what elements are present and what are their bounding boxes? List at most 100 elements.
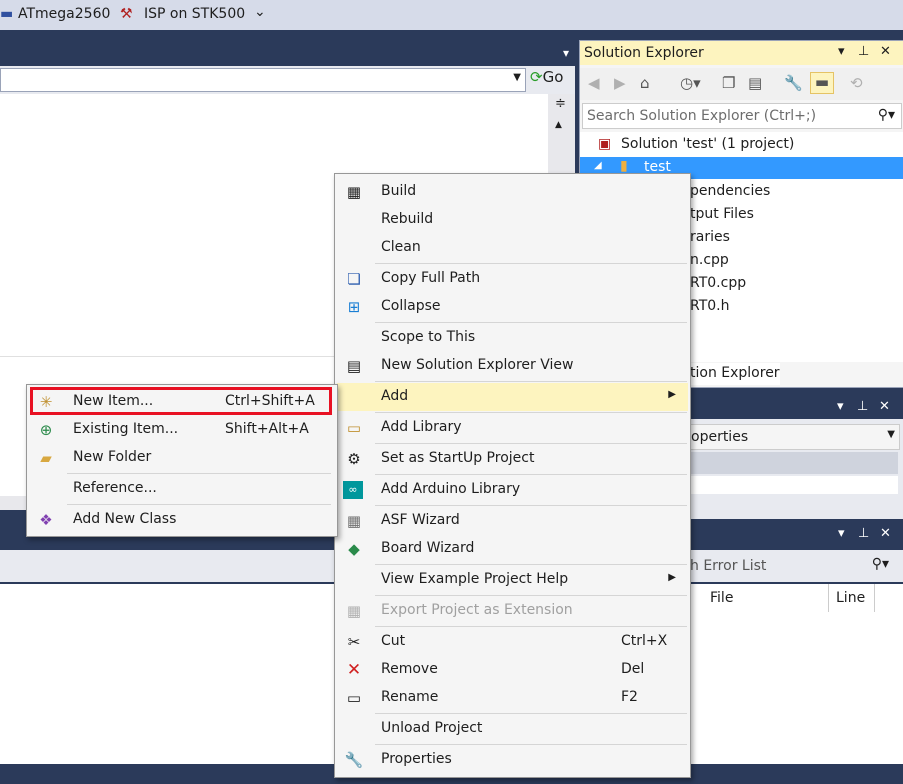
go-arrow-icon: ⟳ [530,68,543,86]
scroll-up-icon[interactable]: ▲ [555,120,562,130]
tree-item[interactable]: RT0.h [690,298,730,314]
menu-item-remove[interactable]: ✕ Remove Del [337,656,688,684]
new-window-icon: ▤ [346,357,362,375]
menu-item-rename[interactable]: ▭ Rename F2 [337,684,688,712]
close-icon[interactable]: ✕ [879,399,890,414]
split-icon[interactable]: ≑ [555,96,566,111]
dropdown-arrow-icon[interactable]: ▾ [563,46,569,60]
menu-label: Collapse [381,298,441,314]
properties-combo-text: operties [691,429,749,445]
sync-icon[interactable]: ⟲ [850,74,863,92]
navigation-combo[interactable]: ▼ [0,68,526,92]
go-button[interactable]: ⟳Go [530,68,570,90]
tool-selector[interactable]: ISP on STK500 [144,6,245,22]
home-icon[interactable]: ⌂ [640,74,650,92]
toolbar-overflow-icon[interactable]: ⌄ [254,4,266,20]
menu-item-rebuild[interactable]: Rebuild [337,206,688,234]
solution-node[interactable]: Solution 'test' (1 project) [621,136,794,152]
column-file[interactable]: File [710,590,733,606]
export-icon: ▦ [346,602,362,620]
menu-label: Properties [381,751,452,767]
submenu-arrow-icon: ▶ [668,572,676,583]
collapse-icon: ⊞ [347,298,361,316]
menu-label: Scope to This [381,329,476,345]
chevron-down-icon: ▼ [513,72,521,83]
tree-item[interactable]: raries [690,229,730,245]
menu-item-add-library[interactable]: ▭ Add Library [337,414,688,442]
build-icon: ▦ [346,183,362,201]
menu-item-add-new-class[interactable]: ❖ Add New Class [29,506,335,534]
menu-separator [375,564,687,565]
solution-explorer-search[interactable]: Search Solution Explorer (Ctrl+;) ⚲▾ [582,103,902,129]
solution-explorer-toolbar: ◀ ▶ ⌂ ◷▾ ❐ ▤ 🔧 ▬ ⟲ [580,68,903,100]
menu-separator [375,322,687,323]
menu-item-new-folder[interactable]: ▰ New Folder [29,444,335,472]
menu-separator [375,412,687,413]
pin-icon[interactable]: ⊥ [857,399,868,414]
dropdown-arrow-icon[interactable]: ▾ [838,44,845,59]
menu-item-build[interactable]: ▦ Build [337,178,688,206]
menu-item-properties[interactable]: 🔧 Properties [337,746,688,774]
menu-item-existing-item[interactable]: ⊕ Existing Item... Shift+Alt+A [29,416,335,444]
forward-icon[interactable]: ▶ [614,74,626,92]
menu-label: Rename [381,689,439,705]
search-icon[interactable]: ⚲▾ [872,556,889,572]
menu-separator [375,713,687,714]
tab-solution-explorer[interactable]: tion Explorer [686,363,780,385]
menu-item-new-se-view[interactable]: ▤ New Solution Explorer View [337,352,688,380]
copy-icon: ❏ [347,270,361,288]
class-icon: ❖ [39,511,53,529]
menu-item-reference[interactable]: Reference... [29,475,335,503]
menu-item-copy-full-path[interactable]: ❏ Copy Full Path [337,265,688,293]
menu-item-scope-to-this[interactable]: Scope to This [337,324,688,352]
menu-item-clean[interactable]: Clean [337,234,688,262]
history-icon[interactable]: ◷▾ [680,74,701,92]
existing-item-icon: ⊕ [39,421,53,439]
chevron-down-icon: ▼ [887,429,895,440]
back-icon[interactable]: ◀ [588,74,600,92]
menu-item-set-startup[interactable]: ⚙ Set as StartUp Project [337,445,688,473]
tree-item[interactable]: pendencies [690,183,770,199]
menu-label: ASF Wizard [381,512,460,528]
pin-icon[interactable]: ⊥ [858,44,869,59]
tree-item[interactable]: tput Files [690,206,754,222]
menu-item-add-arduino-library[interactable]: ∞ Add Arduino Library [337,476,688,504]
properties-wrench-icon[interactable]: 🔧 [784,74,803,92]
menu-label: Set as StartUp Project [381,450,535,466]
menu-item-add[interactable]: Add ▶ [337,383,688,411]
tree-item[interactable]: RT0.cpp [690,275,746,291]
menu-item-unload-project[interactable]: Unload Project [337,715,688,743]
preview-icon[interactable]: ▬ [810,72,834,94]
menu-item-board-wizard[interactable]: ◆ Board Wizard [337,535,688,563]
close-icon[interactable]: ✕ [880,526,891,541]
dropdown-arrow-icon[interactable]: ▾ [837,399,844,414]
column-line[interactable]: Line [836,590,865,606]
expand-arrow-icon[interactable]: ◢ [594,160,602,171]
solution-explorer-titlebar: Solution Explorer ▾ ⊥ ✕ [580,41,903,65]
menu-label: Add Arduino Library [381,481,521,497]
show-all-files-icon[interactable]: ▤ [748,74,762,92]
menu-separator [375,595,687,596]
menu-item-export-extension[interactable]: ▦ Export Project as Extension [337,597,688,625]
pin-icon[interactable]: ⊥ [858,526,869,541]
menu-item-asf-wizard[interactable]: ▦ ASF Wizard [337,507,688,535]
menu-label: Reference... [73,480,157,496]
dropdown-arrow-icon[interactable]: ▾ [838,526,845,541]
menu-label: Add New Class [73,511,177,527]
menu-item-cut[interactable]: ✂ Cut Ctrl+X [337,628,688,656]
collapse-all-icon[interactable]: ❐ [722,74,735,92]
search-icon[interactable]: ⚲▾ [878,107,895,123]
menu-label: Existing Item... [73,421,179,437]
tree-item[interactable]: n.cpp [690,252,729,268]
menu-item-collapse[interactable]: ⊞ Collapse [337,293,688,321]
context-menu: ▦ Build Rebuild Clean ❏ Copy Full Path ⊞… [334,173,691,778]
error-list-search-input[interactable]: h Error List [690,558,766,574]
menu-item-view-example-help[interactable]: View Example Project Help ▶ [337,566,688,594]
library-icon: ▭ [346,419,362,437]
properties-object-combo[interactable]: operties ▼ [690,424,900,450]
device-selector[interactable]: ATmega2560 [18,6,110,22]
menu-label: Build [381,183,417,199]
close-icon[interactable]: ✕ [880,44,891,59]
menu-shortcut: Ctrl+X [621,633,668,649]
solution-icon: ▣ [598,136,612,152]
